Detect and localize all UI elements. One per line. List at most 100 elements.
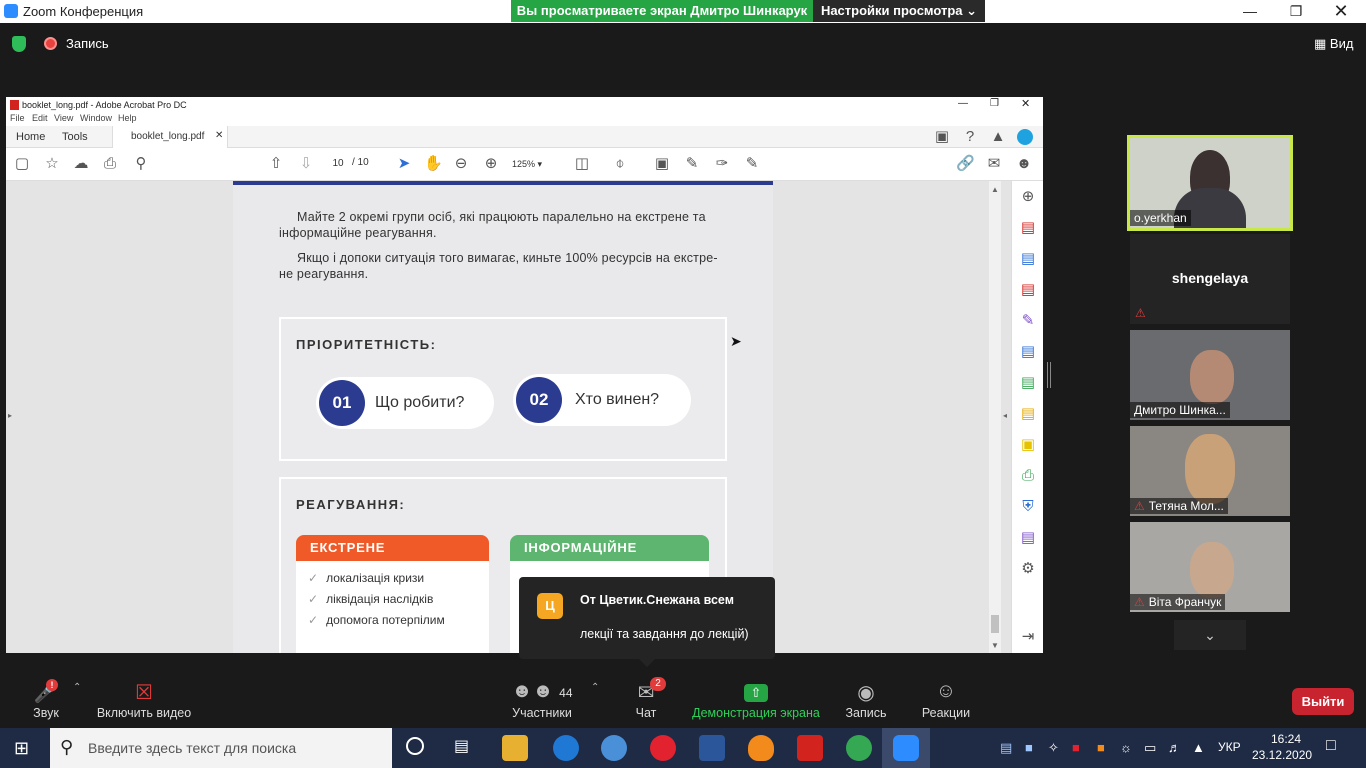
zoom-in-icon[interactable]: ⊕ [483, 156, 499, 172]
video-button[interactable]: ☒ Включить видео [96, 680, 192, 720]
link-icon[interactable]: 🔗 [956, 156, 975, 172]
bell-icon[interactable]: ▲ [990, 129, 1006, 145]
more-participants-chevron-icon[interactable]: ⌄ [1174, 620, 1246, 650]
collapse-rail-icon[interactable]: ⇥ [1020, 629, 1036, 645]
acrobat-taskbar-icon[interactable] [797, 735, 823, 761]
security-shield-icon[interactable] [12, 36, 26, 52]
zoom-tool-icon[interactable]: ⊕ [1020, 189, 1036, 205]
participants-options-chevron-icon[interactable]: ⌃ [591, 682, 599, 693]
tab-home[interactable]: Home [16, 131, 45, 143]
page-down-icon[interactable]: ⇩ [298, 156, 314, 172]
cortana-icon[interactable] [406, 737, 424, 755]
participant-tile[interactable]: shengelaya ⚠ [1130, 234, 1290, 324]
menu-file[interactable]: File [10, 113, 25, 123]
add-user-icon[interactable]: ☻ [1016, 156, 1032, 172]
share-screen-button[interactable]: ⇧ Демонстрация экрана [692, 680, 820, 720]
chat-notification[interactable]: Ц От Цветик.Снежана всем лекції та завда… [519, 577, 775, 659]
comments-icon[interactable]: ▣ [934, 129, 950, 145]
menu-window[interactable]: Window [80, 113, 112, 123]
menu-view[interactable]: View [54, 113, 73, 123]
tray-icon[interactable]: ■ [1097, 740, 1105, 755]
clock-time[interactable]: 16:24 [1266, 732, 1306, 746]
participant-tile[interactable]: ⚠ Віта Франчук [1130, 522, 1290, 612]
close-icon[interactable]: ✕ [1318, 0, 1364, 22]
vertical-scrollbar[interactable]: ▲ ▼ [989, 181, 1001, 653]
edge-icon[interactable] [553, 735, 579, 761]
tray-icon[interactable]: ▤ [1000, 740, 1012, 756]
word-icon[interactable] [699, 735, 725, 761]
reactions-button[interactable]: ☺ Реакции [916, 680, 976, 720]
leave-meeting-button[interactable]: Выйти [1292, 688, 1354, 715]
volume-icon[interactable]: ♬ [1168, 740, 1181, 755]
left-panel-toggle-icon[interactable]: ▸ [8, 411, 12, 420]
zoom-level-select[interactable]: 125% ▾ [512, 156, 560, 172]
menu-edit[interactable]: Edit [32, 113, 48, 123]
hand-tool-icon[interactable]: ✋ [424, 156, 443, 172]
tray-icon[interactable]: ■ [1025, 740, 1033, 755]
view-settings-button[interactable]: Настройки просмотра ⌄ [813, 0, 985, 22]
draw-icon[interactable]: ✑ [714, 156, 730, 172]
power-icon[interactable]: ▭ [1144, 740, 1156, 756]
highlight-pen-icon[interactable]: ✎ [684, 156, 700, 172]
app-flame-icon[interactable] [748, 735, 774, 761]
tab-document[interactable]: booklet_long.pdf ✕ [112, 126, 228, 148]
acro-close-icon[interactable]: ✕ [1021, 97, 1030, 110]
page-number-input[interactable]: 10 [326, 156, 350, 172]
recording-label[interactable]: Запись [66, 36, 109, 51]
organize-pages-icon[interactable]: ▤ [1020, 282, 1036, 298]
account-avatar-icon[interactable] [1017, 129, 1033, 145]
file-explorer-icon[interactable] [502, 735, 528, 761]
tray-icon[interactable]: ✧ [1048, 740, 1059, 756]
opera-icon[interactable] [650, 735, 676, 761]
participant-tile[interactable]: ⚠ Тетяна Мол... [1130, 426, 1290, 516]
wifi-icon[interactable]: ▲ [1192, 740, 1205, 755]
help-icon[interactable]: ? [962, 129, 978, 145]
task-view-icon[interactable]: ▤ [454, 736, 469, 756]
zoom-out-icon[interactable]: ⊖ [453, 156, 469, 172]
record-button[interactable]: ◉ Запись [838, 680, 894, 720]
comment-rail-icon[interactable]: ▣ [1020, 437, 1036, 453]
save-icon[interactable]: ▢ [14, 156, 30, 172]
clock-date[interactable]: 23.12.2020 [1252, 748, 1312, 762]
chrome-icon[interactable] [846, 735, 872, 761]
edit-pdf-icon[interactable]: ▤ [1020, 344, 1036, 360]
notifications-icon[interactable]: □ [1326, 737, 1336, 755]
star-icon[interactable]: ☆ [44, 156, 60, 172]
restore-icon[interactable]: ❐ [1273, 0, 1319, 22]
tab-close-icon[interactable]: ✕ [215, 130, 223, 141]
zoom-taskbar-item[interactable] [882, 728, 930, 768]
scroll-down-icon[interactable]: ▼ [991, 641, 999, 650]
view-button[interactable]: ▦ Вид [1314, 36, 1353, 52]
tray-icon[interactable]: ■ [1072, 740, 1080, 755]
acro-minimize-icon[interactable]: — [958, 98, 968, 109]
measure-icon[interactable]: ▤ [1020, 530, 1036, 546]
participant-tile[interactable]: Дмитро Шинка... [1130, 330, 1290, 420]
acro-restore-icon[interactable]: ❐ [990, 98, 999, 109]
more-tools-icon[interactable]: ⚙ [1020, 561, 1036, 577]
comment-icon[interactable]: ▣ [654, 156, 670, 172]
upload-cloud-icon[interactable]: ☁ [73, 156, 89, 172]
menu-help[interactable]: Help [118, 113, 137, 123]
minimize-icon[interactable]: — [1227, 0, 1273, 22]
combine-icon[interactable]: ▤ [1020, 406, 1036, 422]
audio-options-chevron-icon[interactable]: ⌃ [73, 682, 81, 693]
scrollbar-thumb[interactable] [991, 615, 999, 633]
scroll-mode-icon[interactable]: ⌽ [612, 156, 628, 172]
tab-tools[interactable]: Tools [62, 131, 88, 143]
participant-tile[interactable]: o.yerkhan [1127, 135, 1293, 231]
search-icon[interactable]: ⚲ [133, 156, 149, 172]
fill-sign-rail-icon[interactable]: ✎ [1020, 313, 1036, 329]
create-pdf-icon[interactable]: ▤ [1020, 251, 1036, 267]
page-up-icon[interactable]: ⇧ [268, 156, 284, 172]
language-indicator[interactable]: УКР [1218, 740, 1241, 754]
fill-sign-icon[interactable]: ✎ [744, 156, 760, 172]
right-panel-toggle-icon[interactable]: ◂ [1003, 411, 1007, 420]
print-production-icon[interactable]: ⎙ [1020, 468, 1036, 484]
export-pdf-icon[interactable]: ▤ [1020, 220, 1036, 236]
taskbar-search-box[interactable]: ⚲ Введите здесь текст для поиска [50, 728, 392, 768]
document-viewport[interactable]: ▸ ◂ ▲ ▼ Майте 2 окремі групи осіб, які п… [6, 181, 1011, 653]
mail-icon[interactable]: ✉ [986, 156, 1002, 172]
protect-icon[interactable]: ⛨ [1020, 499, 1036, 515]
print-icon[interactable]: ⎙ [102, 156, 118, 172]
split-handle[interactable] [1047, 362, 1051, 388]
